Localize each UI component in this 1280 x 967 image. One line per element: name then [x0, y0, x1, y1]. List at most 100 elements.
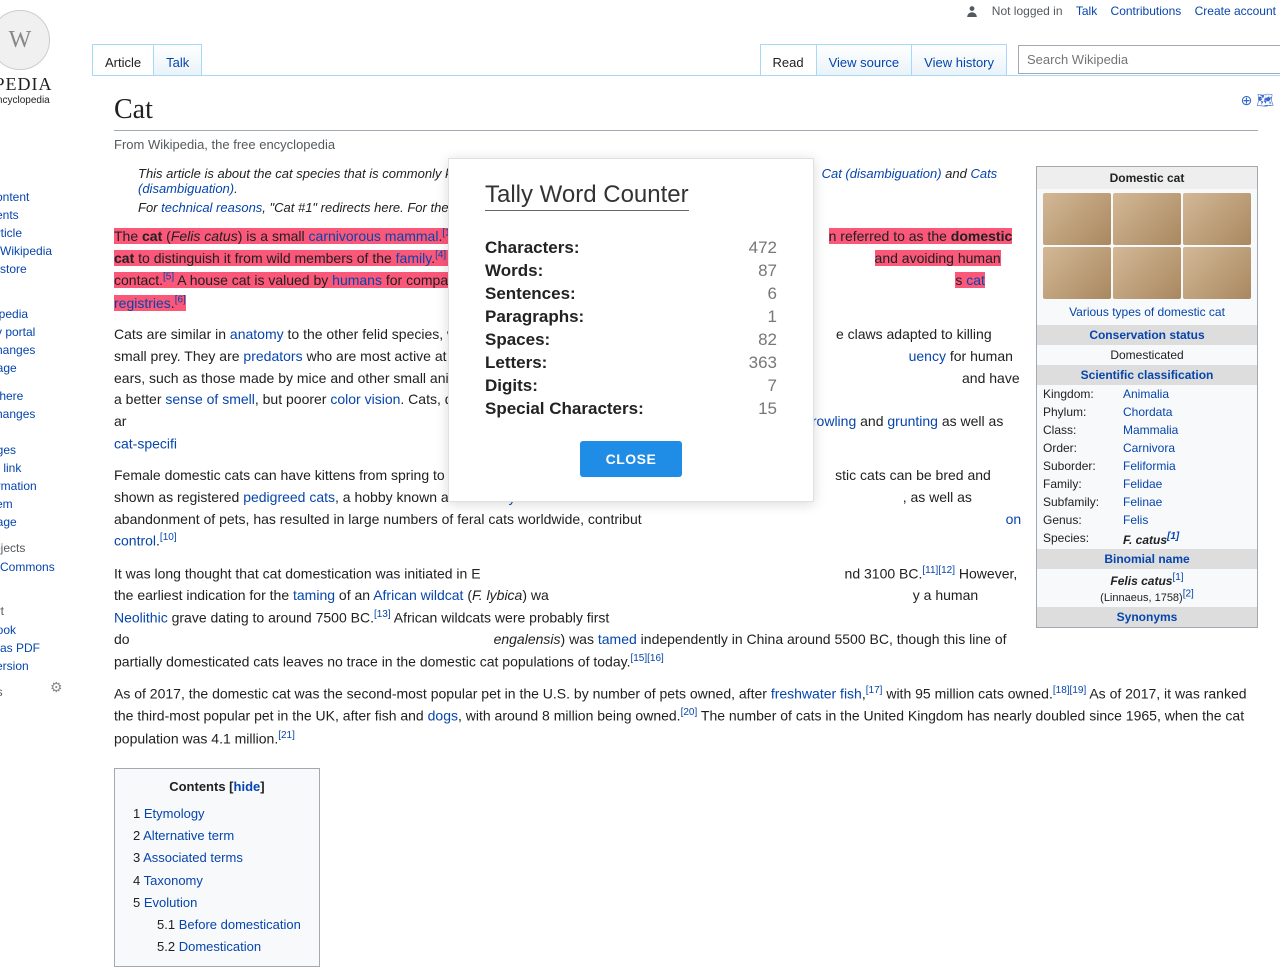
tab-read[interactable]: Read: [760, 44, 817, 77]
stat-row: Letters:363: [485, 353, 777, 373]
table-of-contents: Contents [hide] 1 Etymology2 Alternative…: [114, 768, 320, 967]
logo-title: IPEDIA: [0, 74, 80, 95]
sidebar-link[interactable]: content: [0, 190, 29, 204]
cat-image[interactable]: [1113, 193, 1181, 245]
infobox-images: [1037, 189, 1257, 303]
sidebar-link[interactable]: ity portal: [0, 325, 35, 339]
infobox-title: Domestic cat: [1037, 167, 1257, 189]
toc-item[interactable]: 3 Associated terms: [133, 847, 301, 869]
top-contributions-link[interactable]: Contributions: [1111, 4, 1182, 18]
sidebar-link[interactable]: a store: [0, 262, 27, 276]
infobox-binomial: Felis catus[1](Linnaeus, 1758)[2]: [1037, 569, 1257, 607]
top-create-account-link[interactable]: Create account: [1195, 4, 1276, 18]
toc-hide-link[interactable]: hide: [234, 779, 261, 794]
infobox-row: Class:Mammalia: [1037, 421, 1257, 439]
user-icon: [966, 5, 978, 17]
cat-image[interactable]: [1043, 193, 1111, 245]
sidebar: econtentventsarticleo Wikipediaa store n…: [0, 170, 90, 702]
toc-title: Contents [hide]: [133, 777, 301, 797]
sidebar-link[interactable]: a Commons: [0, 560, 55, 574]
infobox-row: Genus:Felis: [1037, 511, 1257, 529]
infobox-rows: Kingdom:AnimaliaPhylum:ChordataClass:Mam…: [1037, 385, 1257, 529]
stat-row: Characters:472: [485, 238, 777, 258]
tab-view-source[interactable]: View source: [816, 44, 913, 77]
infobox-row: Subfamily:Felinae: [1037, 493, 1257, 511]
search-box: [1018, 45, 1280, 74]
tab-article[interactable]: Article: [92, 44, 154, 77]
tabs-left: Article Talk: [92, 44, 201, 77]
sidebar-link[interactable]: ormation: [0, 479, 37, 493]
toc-item[interactable]: 4 Taxonomy: [133, 870, 301, 892]
sidebar-link[interactable]: vents: [0, 208, 19, 222]
sidebar-link[interactable]: version: [0, 659, 29, 673]
cat-image[interactable]: [1183, 193, 1251, 245]
sidebar-print-hdr: rojects: [0, 541, 90, 555]
infobox-row: Family:Felidae: [1037, 475, 1257, 493]
infobox-binomial-hdr: Binomial name: [1037, 549, 1257, 569]
modal-stats: Characters:472 Words:87 Sentences:6 Paragra…: [485, 238, 777, 419]
sidebar-print: a Commonss: [0, 558, 90, 594]
sidebar-link[interactable]: page: [0, 515, 17, 529]
tab-view-history[interactable]: View history: [911, 44, 1007, 77]
infobox-row: Kingdom:Animalia: [1037, 385, 1257, 403]
infobox: Domestic cat Various types of domestic c…: [1036, 166, 1258, 628]
stat-row: Paragraphs:1: [485, 307, 777, 327]
stat-row: Words:87: [485, 261, 777, 281]
toc-item[interactable]: 5.1 Before domestication: [157, 914, 301, 936]
tabs-right: Read View source View history: [760, 44, 1007, 77]
coordinates-icon[interactable]: ⊕ 🗺: [1241, 92, 1274, 109]
sidebar-link[interactable]: item: [0, 497, 13, 511]
close-button[interactable]: CLOSE: [580, 441, 683, 477]
toc-item[interactable]: 2 Alternative term: [133, 825, 301, 847]
sidebar-tools: s herechangeseagesnt linkormationitempag…: [0, 387, 90, 531]
modal-title: Tally Word Counter: [485, 181, 689, 211]
sidebar-link[interactable]: s here: [0, 389, 23, 403]
toc-item[interactable]: 5 Evolution: [133, 892, 301, 914]
stat-row: Spaces:82: [485, 330, 777, 350]
sidebar-link[interactable]: changes: [0, 343, 35, 357]
infobox-synonyms-hdr: Synonyms: [1037, 607, 1257, 627]
wikipedia-globe-icon: W: [0, 10, 50, 70]
tab-talk[interactable]: Talk: [153, 44, 202, 77]
cat-image[interactable]: [1043, 247, 1111, 299]
logo-subtitle: Encyclopedia: [0, 95, 80, 106]
infobox-conservation-val: Domesticated: [1037, 345, 1257, 365]
sidebar-link[interactable]: kipedia: [0, 307, 28, 321]
sidebar-link[interactable]: d as PDF: [0, 641, 40, 655]
cat-image[interactable]: [1183, 247, 1251, 299]
sidebar-main: econtentventsarticleo Wikipediaa store: [0, 170, 90, 278]
sidebar-link[interactable]: article: [0, 226, 22, 240]
cat-image[interactable]: [1113, 247, 1181, 299]
top-talk-link[interactable]: Talk: [1076, 4, 1097, 18]
toc-item[interactable]: 1 Etymology: [133, 803, 301, 825]
sidebar-export: book d as PDF version: [0, 621, 90, 675]
toc-sublist: 5.1 Before domestication5.2 Domesticatio…: [133, 914, 301, 958]
sidebar-link[interactable]: o Wikipedia: [0, 244, 52, 258]
sidebar-link[interactable]: ages: [0, 443, 16, 457]
stat-row: Digits:7: [485, 376, 777, 396]
logo[interactable]: W IPEDIA Encyclopedia: [0, 10, 80, 106]
top-user-bar: Not logged in Talk Contributions Create …: [966, 4, 1276, 18]
tally-word-counter-modal: Tally Word Counter Characters:472 Words:8…: [448, 158, 814, 502]
infobox-conservation-hdr: Conservation status: [1037, 325, 1257, 345]
sidebar-link[interactable]: nt link: [0, 461, 21, 475]
stat-row: Sentences:6: [485, 284, 777, 304]
sidebar-link[interactable]: book: [0, 623, 16, 637]
sidebar-interaction: kipedia ity portal changes page: [0, 305, 90, 377]
sidebar-export-hdr: ort: [0, 604, 90, 618]
infobox-row: Order:Carnivora: [1037, 439, 1257, 457]
infobox-caption: Various types of domestic cat: [1037, 303, 1257, 325]
sidebar-interaction-hdr: n: [0, 288, 90, 302]
para-5: As of 2017, the domestic cat was the sec…: [114, 683, 1258, 750]
sidebar-link[interactable]: page: [0, 361, 17, 375]
search-input[interactable]: [1018, 45, 1280, 74]
infobox-classification-hdr: Scientific classification: [1037, 365, 1257, 385]
stat-row: Special Characters:15: [485, 399, 777, 419]
gear-icon[interactable]: ⚙: [50, 679, 63, 696]
page-title: Cat: [114, 94, 1258, 131]
infobox-row: Suborder:Feliformia: [1037, 457, 1257, 475]
infobox-species-row: Species: F. catus[1]: [1037, 529, 1257, 549]
toc-item[interactable]: 5.2 Domestication: [157, 936, 301, 958]
sidebar-link[interactable]: changes: [0, 407, 35, 421]
page-subtitle: From Wikipedia, the free encyclopedia: [114, 137, 1258, 152]
